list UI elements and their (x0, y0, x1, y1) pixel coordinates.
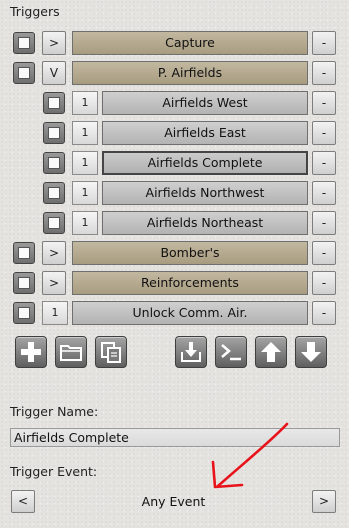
annotation-arrow (211, 422, 289, 489)
